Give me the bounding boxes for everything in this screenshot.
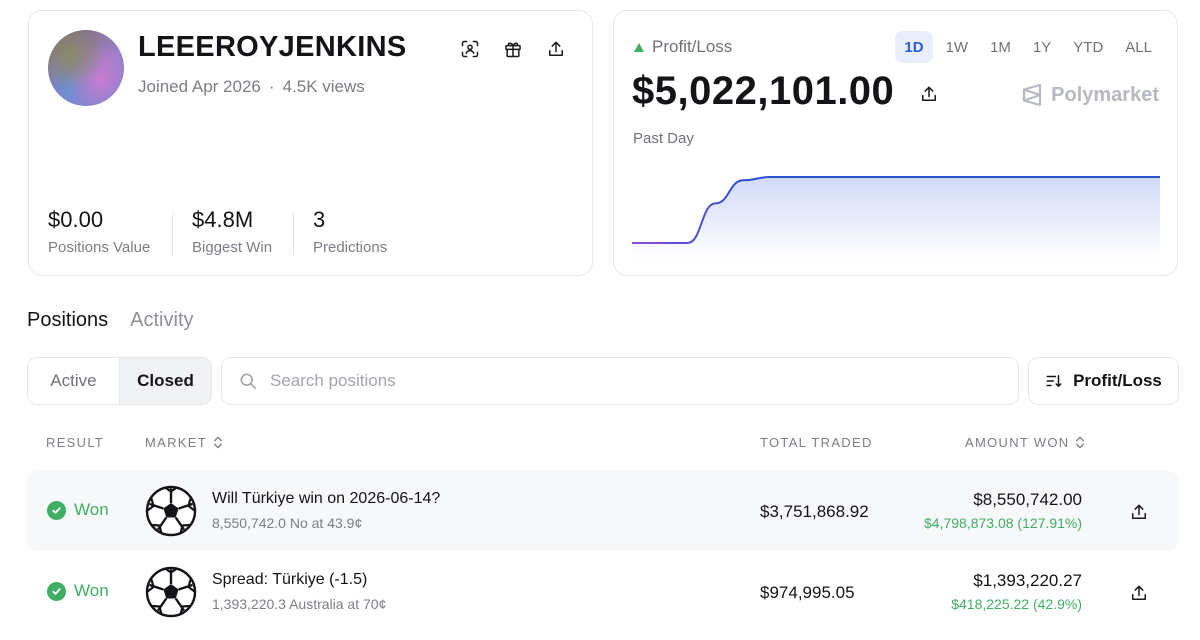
result-badge: Won <box>47 500 109 520</box>
profit-amount: $418,225.22 (42.9%) <box>951 596 1082 612</box>
stat-value: $0.00 <box>48 207 104 232</box>
share-icon[interactable] <box>917 82 941 106</box>
stat-divider <box>172 213 173 255</box>
result-badge: Won <box>47 581 109 601</box>
range-1w[interactable]: 1W <box>937 31 978 63</box>
amount-won: $8,550,742.00 <box>973 490 1082 509</box>
period-label: Past Day <box>633 130 694 147</box>
header-market[interactable]: MARKET <box>145 435 223 450</box>
pnl-value: $5,022,101.00 <box>632 69 895 113</box>
range-1m[interactable]: 1M <box>981 31 1020 63</box>
stat-predictions: 3 Predictions <box>313 207 387 256</box>
meta-separator: · <box>268 77 275 96</box>
result-label: Won <box>74 581 109 600</box>
polymarket-icon <box>1023 83 1042 107</box>
triangle-up-icon <box>634 42 644 52</box>
stat-divider <box>293 213 294 255</box>
range-all[interactable]: ALL <box>1116 31 1161 63</box>
total-traded: $974,995.05 <box>760 583 855 602</box>
stat-label: Biggest Win <box>192 239 273 256</box>
table-row[interactable]: Won Spread: Türkiye (-1.5) 1,393,220.3 A… <box>27 552 1178 632</box>
stat-biggest-win: $4.8M Biggest Win <box>192 207 272 256</box>
stat-label: Predictions <box>313 239 388 256</box>
search-icon <box>240 373 256 389</box>
pnl-label-text: Profit/Loss <box>652 37 733 56</box>
range-1y[interactable]: 1Y <box>1024 31 1060 63</box>
table-row[interactable]: Won Will Türkiye win on 2026-06-14? 8,55… <box>27 471 1178 551</box>
sort-chevrons-icon <box>1076 436 1085 449</box>
view-count: 4.5K views <box>282 77 365 96</box>
profile-card: LEEEROYJENKINS Joined Apr 2026 · 4.5K view… <box>28 10 593 276</box>
market-title[interactable]: Spread: Türkiye (-1.5) <box>212 571 367 589</box>
polymarket-logo: Polymarket <box>1021 83 1159 107</box>
gift-icon[interactable] <box>501 37 525 61</box>
amount-won: $1,393,220.27 <box>973 571 1082 590</box>
tab-positions[interactable]: Positions <box>27 309 108 332</box>
market-subtitle: 8,550,742.0 No at 43.9¢ <box>212 515 363 531</box>
share-icon[interactable] <box>1127 581 1151 605</box>
sort-button[interactable]: Profit/Loss <box>1028 357 1179 405</box>
stat-value: 3 <box>313 207 326 232</box>
check-circle-icon <box>47 581 66 601</box>
time-range-selector: 1D 1W 1M 1Y YTD ALL <box>895 31 1161 63</box>
pnl-label: Profit/Loss <box>634 37 732 57</box>
stat-value: $4.8M <box>192 207 254 232</box>
soccer-ball-icon <box>145 566 197 618</box>
profit-loss-card: Profit/Loss 1D 1W 1M 1Y YTD ALL $5,022,1… <box>613 10 1178 276</box>
header-result: RESULT <box>46 435 105 450</box>
range-1d[interactable]: 1D <box>895 31 933 63</box>
brand-name: Polymarket <box>1051 83 1159 106</box>
tab-activity[interactable]: Activity <box>130 309 193 332</box>
header-total-traded: TOTAL TRADED <box>760 435 873 450</box>
active-filter-button[interactable]: Active <box>28 358 119 404</box>
closed-filter-button[interactable]: Closed <box>119 358 211 404</box>
total-traded: $3,751,868.92 <box>760 502 869 521</box>
sort-label: Profit/Loss <box>1073 371 1162 390</box>
stat-positions-value: $0.00 Positions Value <box>48 207 150 256</box>
soccer-ball-icon <box>145 485 197 537</box>
pnl-chart <box>632 176 1160 261</box>
header-amount-won[interactable]: AMOUNT WON <box>965 435 1085 450</box>
check-circle-icon <box>47 500 66 520</box>
pnl-area <box>632 177 1160 261</box>
username: LEEEROYJENKINS <box>138 31 407 63</box>
market-title[interactable]: Will Türkiye win on 2026-06-14? <box>212 490 440 508</box>
share-icon[interactable] <box>544 37 568 61</box>
share-icon[interactable] <box>1127 500 1151 524</box>
header-amount-won-label: AMOUNT WON <box>965 435 1070 450</box>
header-market-label: MARKET <box>145 435 207 450</box>
range-ytd[interactable]: YTD <box>1064 31 1112 63</box>
status-toggle: Active Closed <box>27 357 212 405</box>
tab-bar: Positions Activity <box>27 309 194 332</box>
search-box <box>221 357 1019 405</box>
joined-date: Joined Apr 2026 <box>138 77 261 96</box>
avatar <box>48 30 124 106</box>
sort-chevrons-icon <box>214 436 222 449</box>
result-label: Won <box>74 500 109 519</box>
market-subtitle: 1,393,220.3 Australia at 70¢ <box>212 596 387 612</box>
profile-meta: Joined Apr 2026 · 4.5K views <box>138 77 365 97</box>
scan-icon[interactable] <box>458 37 482 61</box>
search-input[interactable] <box>270 371 970 391</box>
profit-amount: $4,798,873.08 (127.91%) <box>923 515 1082 531</box>
stat-label: Positions Value <box>48 239 151 256</box>
sort-icon <box>1046 375 1062 387</box>
